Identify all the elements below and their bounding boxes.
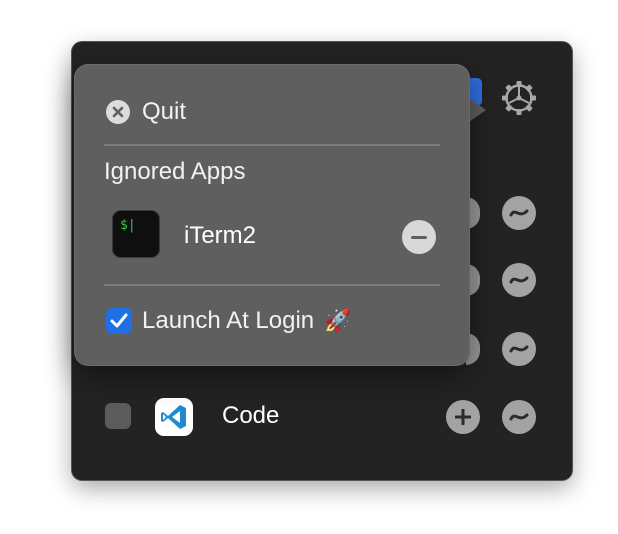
close-circle-icon (106, 100, 130, 124)
wave-icon (509, 209, 529, 217)
settings-popover: Quit Ignored Apps $| iTerm2 Launch At Lo… (74, 64, 470, 366)
ignored-apps-heading: Ignored Apps (104, 158, 246, 185)
quit-menu-item[interactable]: Quit (106, 98, 186, 126)
minus-icon (411, 235, 427, 239)
wave-icon (509, 413, 529, 421)
settings-gear-icon[interactable] (501, 80, 537, 116)
vscode-icon (155, 398, 193, 436)
divider (104, 144, 440, 146)
divider (104, 284, 440, 286)
plus-icon (455, 409, 471, 425)
wave-button-code[interactable] (502, 400, 536, 434)
terminal-prompt: $| (120, 218, 136, 233)
code-row-checkbox[interactable] (105, 403, 131, 429)
quit-label: Quit (142, 98, 187, 125)
wave-button-row1[interactable] (502, 196, 536, 230)
launch-at-login-label: Launch At Login (142, 307, 315, 334)
checkmark-icon (110, 313, 128, 328)
wave-button-row3[interactable] (502, 332, 536, 366)
launch-at-login-checkbox[interactable] (106, 308, 132, 334)
wave-icon (509, 276, 529, 284)
ignored-app-name: iTerm2 (184, 222, 257, 249)
add-button-code[interactable] (446, 400, 480, 434)
rocket-emoji: 🚀 (324, 308, 352, 333)
wave-icon (509, 345, 529, 353)
wave-button-row2[interactable] (502, 263, 536, 297)
app-label-code: Code (222, 402, 280, 429)
remove-ignored-app-button[interactable] (402, 220, 436, 254)
iterm2-icon: $| (112, 210, 160, 258)
launch-at-login-option[interactable]: Launch At Login 🚀 (106, 307, 352, 335)
